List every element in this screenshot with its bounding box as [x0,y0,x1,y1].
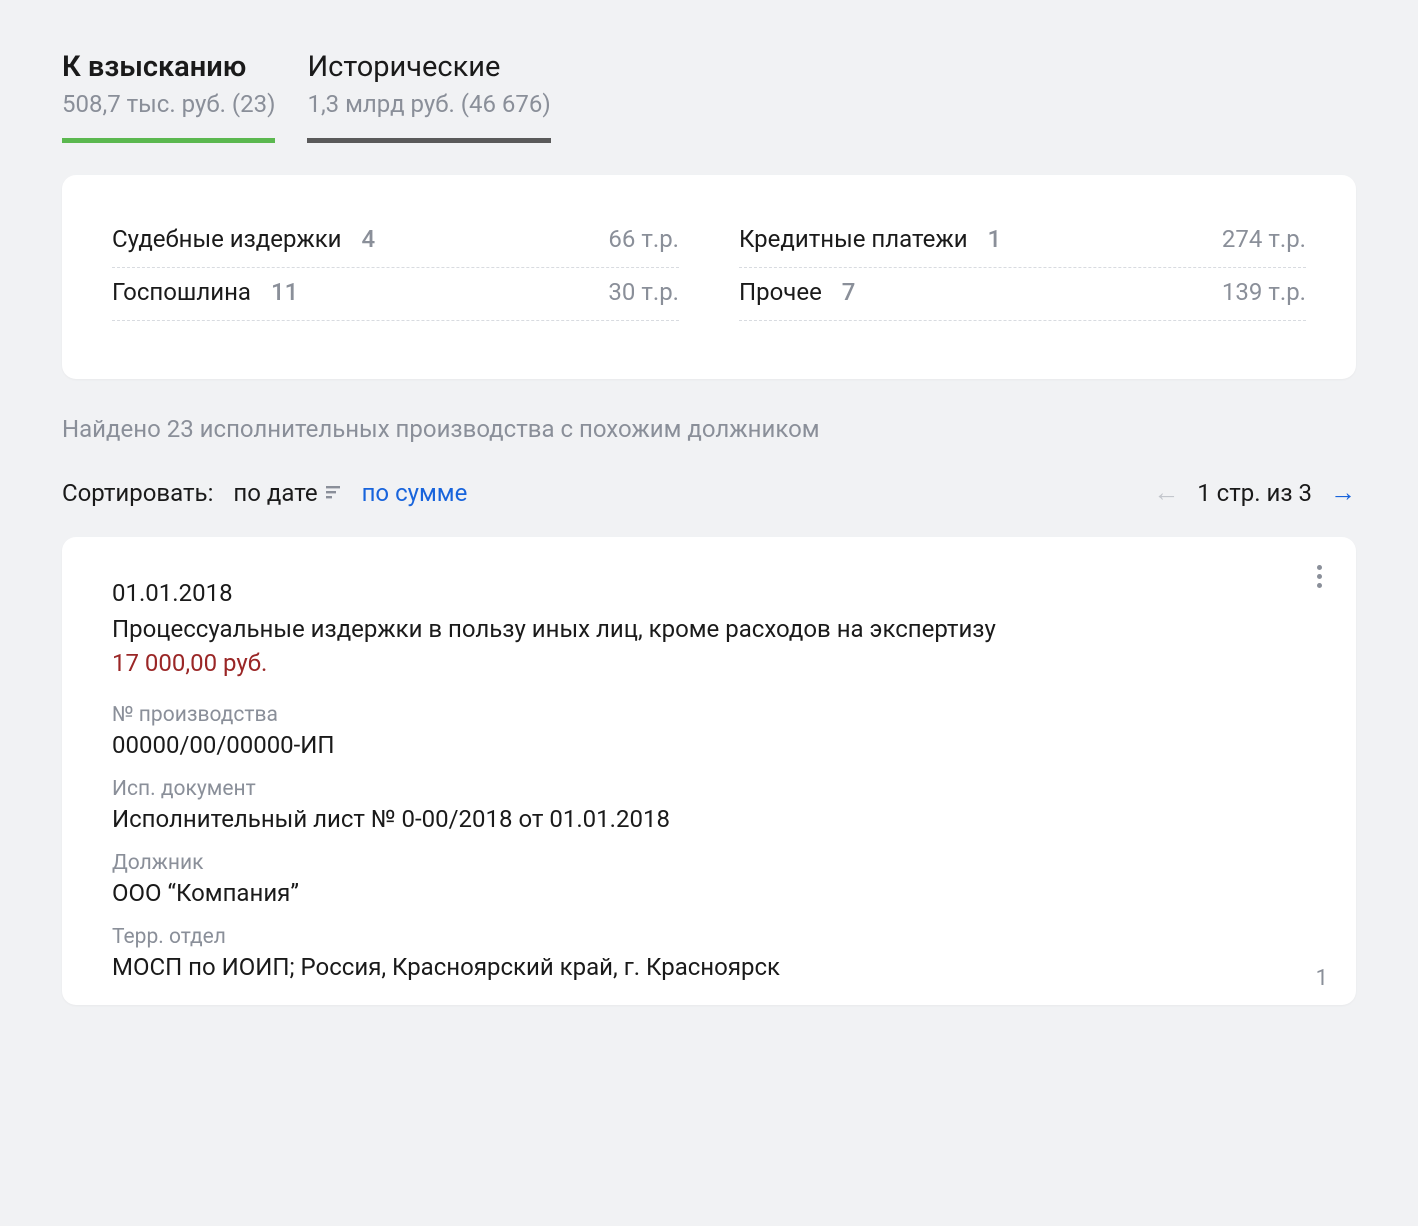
sort-row: Сортировать: по дате по сумме ← 1 стр. и… [62,479,1356,507]
summary-label-group: Госпошлина 11 [112,278,298,306]
summary-count: 1 [988,225,1002,253]
case-number-value: 00000/00/00000-ИП [112,731,1306,759]
summary-amount: 66 т.р. [608,225,679,253]
summary-label-group: Кредитные платежи 1 [739,225,1001,253]
summary-column-right: Кредитные платежи 1 274 т.р. Прочее 7 13… [739,225,1306,321]
summary-row[interactable]: Госпошлина 11 30 т.р. [112,268,679,321]
summary-column-left: Судебные издержки 4 66 т.р. Госпошлина 1… [112,225,679,321]
summary-card: Судебные издержки 4 66 т.р. Госпошлина 1… [62,175,1356,379]
summary-count: 11 [271,278,298,306]
debtor-value: ООО “Компания” [112,879,1306,907]
summary-row[interactable]: Судебные издержки 4 66 т.р. [112,225,679,268]
summary-label-group: Судебные издержки 4 [112,225,375,253]
tab-title: К взысканию [62,50,275,84]
summary-count: 4 [361,225,375,253]
sort-desc-icon [324,479,342,507]
record-date: 01.01.2018 [112,579,1306,607]
document-value: Исполнительный лист № 0-00/2018 от 01.01… [112,805,1306,833]
document-label: Исп. документ [112,777,1306,801]
pager-prev-icon[interactable]: ← [1153,480,1179,506]
tab-subtitle: 1,3 млрд руб. (46 676) [307,90,550,118]
sort-option-label: по сумме [362,479,468,507]
tab-historical[interactable]: Исторические 1,3 млрд руб. (46 676) [307,50,550,143]
tabs: К взысканию 508,7 тыс. руб. (23) Историч… [62,50,1356,143]
tab-subtitle: 508,7 тыс. руб. (23) [62,90,275,118]
summary-row[interactable]: Кредитные платежи 1 274 т.р. [739,225,1306,268]
card-index: 1 [1316,966,1328,991]
summary-amount: 30 т.р. [608,278,679,306]
case-number-label: № производства [112,703,1306,727]
tab-active-claims[interactable]: К взысканию 508,7 тыс. руб. (23) [62,50,275,143]
summary-label: Госпошлина [112,278,251,306]
summary-count: 7 [842,278,856,306]
more-menu-icon[interactable] [1311,559,1328,594]
pager-next-icon[interactable]: → [1330,480,1356,506]
debtor-label: Должник [112,851,1306,875]
pager: ← 1 стр. из 3 → [1153,479,1356,507]
summary-amount: 139 т.р. [1222,278,1306,306]
summary-label: Кредитные платежи [739,225,968,253]
summary-row[interactable]: Прочее 7 139 т.р. [739,268,1306,321]
sort-by-date[interactable]: по дате [233,479,341,507]
summary-amount: 274 т.р. [1222,225,1306,253]
department-label: Терр. отдел [112,925,1306,949]
sort-label: Сортировать: [62,479,213,507]
sort-by-sum[interactable]: по сумме [362,479,468,507]
summary-label: Судебные издержки [112,225,342,253]
summary-label-group: Прочее 7 [739,278,855,306]
pager-text: 1 стр. из 3 [1197,479,1312,507]
sort-controls: Сортировать: по дате по сумме [62,479,467,507]
sort-option-label: по дате [233,479,317,507]
record-card: 01.01.2018 Процессуальные издержки в пол… [62,537,1356,1005]
department-value: МОСП по ИОИП; Россия, Красноярский край,… [112,953,1306,981]
record-title: Процессуальные издержки в пользу иных ли… [112,615,1306,643]
tab-title: Исторические [307,50,550,84]
found-text: Найдено 23 исполнительных производства с… [62,415,1356,443]
record-amount: 17 000,00 руб. [112,649,1306,677]
summary-label: Прочее [739,278,822,306]
